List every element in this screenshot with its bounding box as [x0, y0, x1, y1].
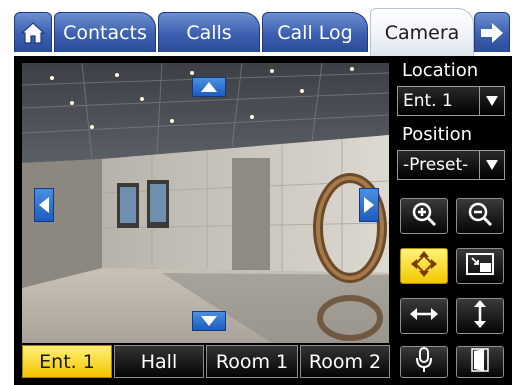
- microphone-button[interactable]: [400, 346, 448, 378]
- tab-bar: Contacts Calls Call Log Camera: [0, 8, 512, 56]
- arrow-down-icon: [201, 316, 217, 326]
- tab-calls-label: Calls: [186, 21, 232, 44]
- tab-call-log[interactable]: Call Log: [262, 12, 368, 52]
- position-value: -Preset-: [403, 155, 469, 175]
- vertical-resize-icon: [472, 299, 488, 333]
- preset-hall[interactable]: Hall: [114, 345, 204, 378]
- zoom-in-button[interactable]: [400, 198, 448, 234]
- chevron-down-icon: [479, 151, 504, 179]
- preset-ent-1[interactable]: Ent. 1: [22, 345, 112, 378]
- tab-contacts[interactable]: Contacts: [54, 12, 156, 52]
- tab-home[interactable]: [14, 12, 52, 52]
- position-dropdown[interactable]: -Preset-: [397, 150, 505, 180]
- pan-down-button[interactable]: [192, 311, 226, 331]
- zoom-out-button[interactable]: [456, 198, 504, 234]
- tab-next[interactable]: [474, 12, 510, 52]
- arrow-right-icon: [479, 21, 505, 45]
- pan-left-button[interactable]: [34, 188, 54, 222]
- camera-scene: [22, 63, 389, 343]
- vertical-resize-button[interactable]: [456, 298, 504, 334]
- door-icon: [470, 347, 490, 377]
- microphone-icon: [415, 347, 433, 377]
- preset-room-1[interactable]: Room 1: [206, 345, 298, 378]
- position-label: Position: [402, 124, 473, 145]
- pip-button[interactable]: [456, 248, 504, 284]
- tab-call-log-label: Call Log: [277, 21, 353, 44]
- zoom-out-icon: [467, 201, 493, 231]
- preset-room-1-label: Room 1: [215, 350, 289, 373]
- zoom-in-icon: [411, 201, 437, 231]
- pan-right-button[interactable]: [359, 188, 379, 222]
- tab-camera[interactable]: Camera: [370, 8, 474, 56]
- pan-move-icon: [409, 249, 439, 283]
- location-dropdown[interactable]: Ent. 1: [397, 86, 505, 116]
- arrow-up-icon: [201, 82, 217, 92]
- preset-ent-1-label: Ent. 1: [39, 350, 95, 373]
- tab-contacts-label: Contacts: [63, 21, 147, 44]
- home-icon: [20, 20, 46, 46]
- tab-calls[interactable]: Calls: [158, 12, 260, 52]
- camera-control-app: Contacts Calls Call Log Camera Location …: [0, 0, 512, 385]
- horizontal-resize-button[interactable]: [400, 298, 448, 334]
- chevron-down-icon: [479, 87, 504, 115]
- picture-in-picture-icon: [465, 252, 495, 280]
- preset-hall-label: Hall: [140, 350, 178, 373]
- preset-room-2[interactable]: Room 2: [300, 345, 390, 378]
- location-value: Ent. 1: [403, 91, 453, 111]
- preset-room-2-label: Room 2: [308, 350, 382, 373]
- pan-up-button[interactable]: [192, 77, 226, 97]
- horizontal-resize-icon: [409, 306, 439, 326]
- pan-mode-button[interactable]: [400, 248, 448, 284]
- arrow-left-icon: [39, 197, 49, 213]
- tab-camera-label: Camera: [384, 21, 460, 44]
- arrow-right-small-icon: [364, 197, 374, 213]
- camera-feed[interactable]: [22, 63, 389, 343]
- exit-button[interactable]: [456, 346, 504, 378]
- location-label: Location: [402, 60, 479, 81]
